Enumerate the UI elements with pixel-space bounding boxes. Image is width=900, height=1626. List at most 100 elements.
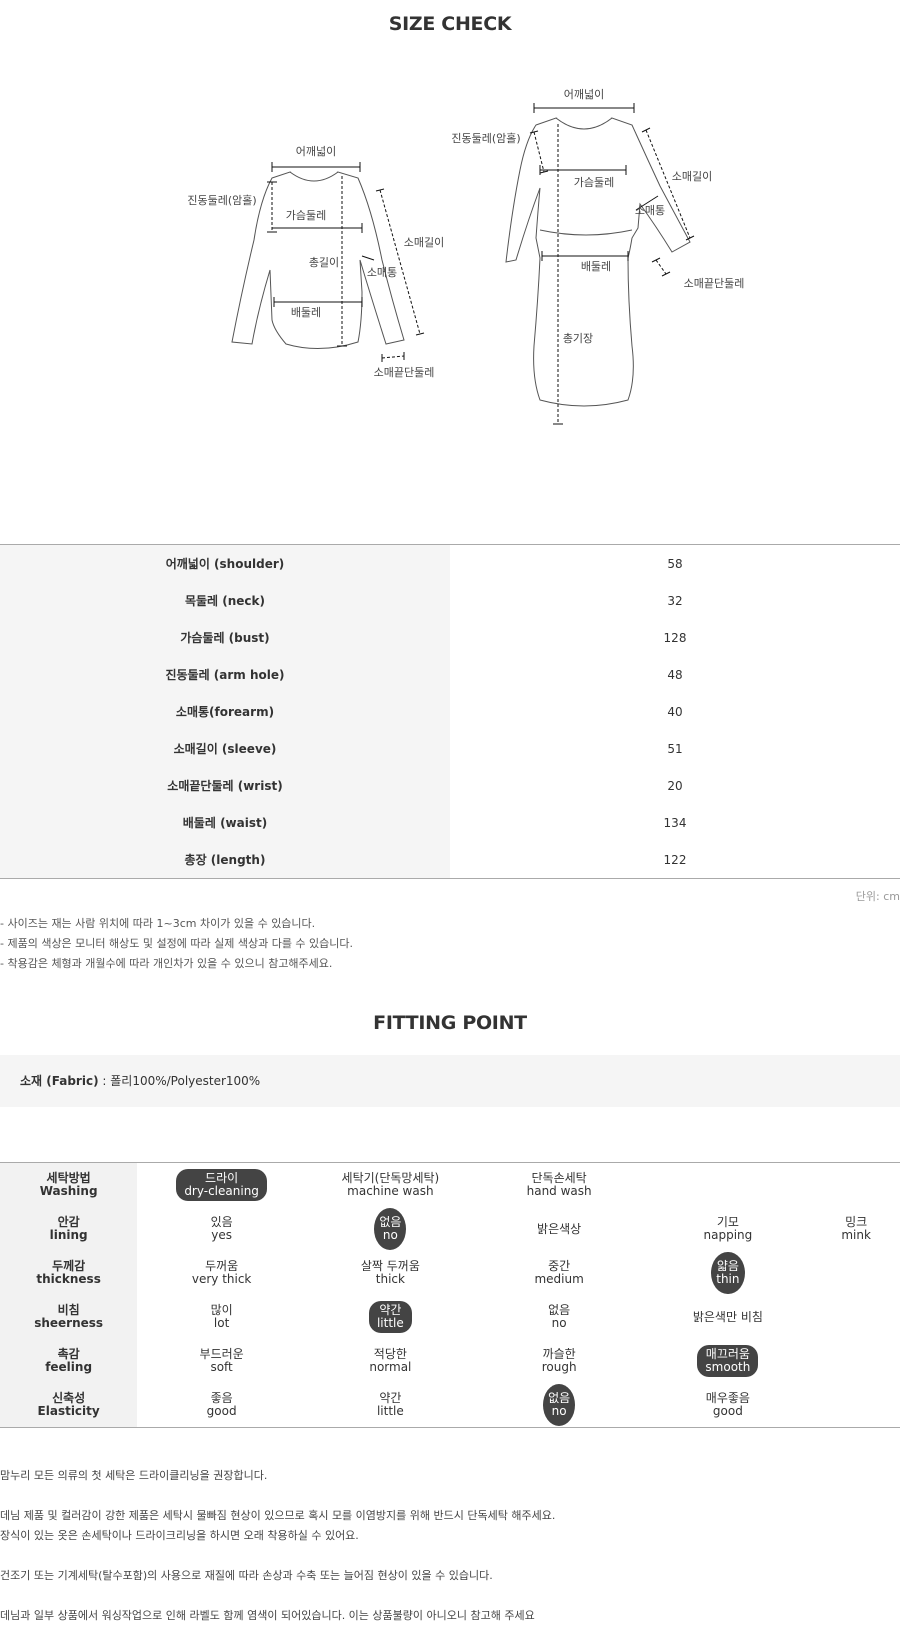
size-row: 배둘레 (waist) 134 — [0, 804, 900, 841]
dress-forearm-label: 소매통 — [635, 204, 665, 217]
top-forearm-label: 소매통 — [367, 266, 397, 279]
fitting-point-title: FITTING POINT — [373, 1012, 527, 1034]
size-row-value: 58 — [667, 556, 683, 571]
fitting-option-text: 중간 medium — [534, 1260, 583, 1286]
fitting-option: 약간 little — [306, 1383, 475, 1428]
size-row: 목둘레 (neck) 32 — [0, 582, 900, 619]
fitting-option: 중간 medium — [475, 1251, 644, 1295]
dress-bust-label: 가슴둘레 — [574, 176, 614, 189]
fitting-table: 세탁방법 Washing 드라이 dry-cleaning 세탁기(단독망세탁) mach… — [0, 1162, 900, 1428]
dress-armhole-label: 진동둘레(암홀) — [451, 132, 520, 145]
care-note: 맘누리 모든 의류의 첫 세탁은 드라이클리닝을 권장합니다. — [0, 1469, 268, 1482]
fitting-row: 촉감 feeling 부드러운 soft 적당한 normal 까슬한 rough 매끄러움 sm… — [0, 1339, 900, 1383]
unit-label: 단위: cm — [855, 890, 900, 903]
top-waist-label: 배둘레 — [291, 306, 321, 319]
fitting-option — [812, 1339, 900, 1383]
size-row-value: 20 — [667, 778, 683, 793]
dress-shoulder-label: 어깨넓이 — [564, 88, 604, 101]
fitting-option-text: 없음 no — [548, 1304, 570, 1330]
fitting-option-en: yes — [211, 1228, 232, 1242]
size-row-value: 128 — [663, 630, 687, 645]
fitting-option-en: hand wash — [526, 1184, 592, 1198]
fitting-option: 밍크 mink — [812, 1207, 900, 1251]
fitting-option-en: thin — [716, 1272, 740, 1286]
fitting-option-text: 부드러운 soft — [200, 1348, 244, 1374]
size-note: - 제품의 색상은 모니터 해상도 및 설정에 따라 실제 색상과 다를 수 있… — [0, 937, 354, 950]
fitting-option-text: 매우좋음 good — [706, 1392, 750, 1418]
fitting-row: 신축성 Elasticity 좋음 good 약간 little 없음 no 매우좋음 good — [0, 1383, 900, 1428]
fitting-option-text: 두꺼움 very thick — [192, 1260, 252, 1286]
fitting-option-text: 밍크 mink — [841, 1216, 871, 1242]
fitting-option — [812, 1383, 900, 1428]
fitting-option-en: very thick — [191, 1272, 252, 1286]
fitting-option-text: 좋음 good — [207, 1392, 237, 1418]
fitting-option: 두꺼움 very thick — [137, 1251, 306, 1295]
fitting-row: 안감 lining 있음 yes 없음 no 밝은색상 기모 napping 밍크 mink — [0, 1207, 900, 1251]
fitting-option-en: normal — [369, 1360, 412, 1374]
fitting-row-header-en: lining — [49, 1228, 88, 1242]
size-row-label: 배둘레 (waist) — [0, 804, 450, 841]
fitting-option — [812, 1163, 900, 1208]
fitting-row-header: 촉감 feeling — [0, 1339, 138, 1383]
fitting-option-en: lot — [213, 1316, 230, 1330]
fitting-option-en: machine wash — [347, 1184, 434, 1198]
size-row-label: 목둘레 (neck) — [0, 582, 450, 619]
fitting-option: 없음 no — [475, 1295, 644, 1339]
top-shoulder-label: 어깨넓이 — [296, 145, 336, 158]
fitting-option-selected-badge: 매끄러움 smooth — [697, 1345, 759, 1377]
care-note: 건조기 또는 기계세탁(탈수포함)의 사용으로 재질에 따라 손상과 수축 또는… — [0, 1569, 493, 1582]
fitting-option — [812, 1295, 900, 1339]
dress-waist-label: 배둘레 — [581, 260, 611, 273]
fitting-option-en: rough — [541, 1360, 577, 1374]
size-row-value: 134 — [663, 815, 687, 830]
care-note — [0, 1486, 555, 1506]
fitting-option-selected-badge: 얇음 thin — [711, 1252, 745, 1294]
fitting-option-selected-badge: 약간 little — [368, 1301, 412, 1333]
fitting-option — [644, 1163, 813, 1208]
fitting-option-text: 까슬한 rough — [542, 1348, 577, 1374]
size-note: - 사이즈는 재는 사람 위치에 따라 1~3cm 차이가 있을 수 있습니다. — [0, 917, 316, 930]
fitting-option: 약간 little — [306, 1295, 475, 1339]
fitting-row-header: 비침 sheerness — [0, 1295, 138, 1339]
fitting-option: 좋음 good — [137, 1383, 306, 1428]
size-row-label: 총장 (length) — [0, 841, 450, 879]
fitting-option-text: 단독손세탁 hand wash — [527, 1172, 592, 1198]
fitting-option-text: 밝은색만 비침 — [693, 1310, 763, 1324]
fitting-option-selected-badge: 드라이 dry-cleaning — [176, 1169, 267, 1201]
fitting-row-header-en: thickness — [36, 1272, 101, 1286]
fitting-option-en: good — [712, 1404, 743, 1418]
fitting-option — [812, 1251, 900, 1295]
dress-length-label: 총기장 — [563, 332, 593, 345]
fitting-option: 매끄러움 smooth — [644, 1339, 813, 1383]
size-notes: - 사이즈는 재는 사람 위치에 따라 1~3cm 차이가 있을 수 있습니다.… — [0, 914, 353, 974]
fitting-row: 두께감 thickness 두꺼움 very thick 살짝 두꺼움 thick 중간 me… — [0, 1251, 900, 1295]
fitting-row-header: 신축성 Elasticity — [0, 1383, 138, 1428]
size-row-value: 40 — [667, 704, 683, 719]
fitting-option-en: dry-cleaning — [184, 1184, 259, 1198]
fitting-option: 세탁기(단독망세탁) machine wash — [306, 1163, 475, 1208]
care-notes: 맘누리 모든 의류의 첫 세탁은 드라이클리닝을 권장합니다. 데님 제품 및 컬… — [0, 1466, 555, 1626]
top-sleeve-label: 소매길이 — [404, 236, 444, 249]
fitting-option-text: 기모 napping — [704, 1216, 753, 1242]
fitting-option: 밝은색만 비침 — [644, 1295, 813, 1339]
top-bust-label: 가슴둘레 — [286, 209, 326, 222]
fitting-row-header: 안감 lining — [0, 1207, 138, 1251]
size-row: 소매끝단둘레 (wrist) 20 — [0, 767, 900, 804]
fitting-option-en: mink — [841, 1228, 871, 1242]
fitting-option-text: 밝은색상 — [537, 1222, 581, 1236]
care-note: 데님 제품 및 컬러감이 강한 제품은 세탁시 물빠짐 현상이 있으므로 혹시 … — [0, 1509, 556, 1522]
size-row-label: 소매통(forearm) — [0, 693, 450, 730]
fitting-option: 기모 napping — [644, 1207, 813, 1251]
fitting-option-en: thick — [375, 1272, 405, 1286]
fitting-option: 매우좋음 good — [644, 1383, 813, 1428]
fitting-option: 있음 yes — [137, 1207, 306, 1251]
fitting-row-header-en: sheerness — [34, 1316, 104, 1330]
size-note: - 착용감은 체형과 개월수에 따라 개인차가 있을 수 있으니 참고해주세요. — [0, 957, 333, 970]
top-length-label: 총길이 — [309, 256, 339, 269]
fitting-option-text: 있음 yes — [211, 1216, 233, 1242]
fitting-row: 세탁방법 Washing 드라이 dry-cleaning 세탁기(단독망세탁) mach… — [0, 1162, 900, 1208]
fitting-option-en: napping — [703, 1228, 753, 1242]
fitting-option: 단독손세탁 hand wash — [475, 1163, 644, 1208]
fitting-option: 없음 no — [475, 1383, 644, 1428]
fitting-option-en: smooth — [705, 1360, 751, 1374]
